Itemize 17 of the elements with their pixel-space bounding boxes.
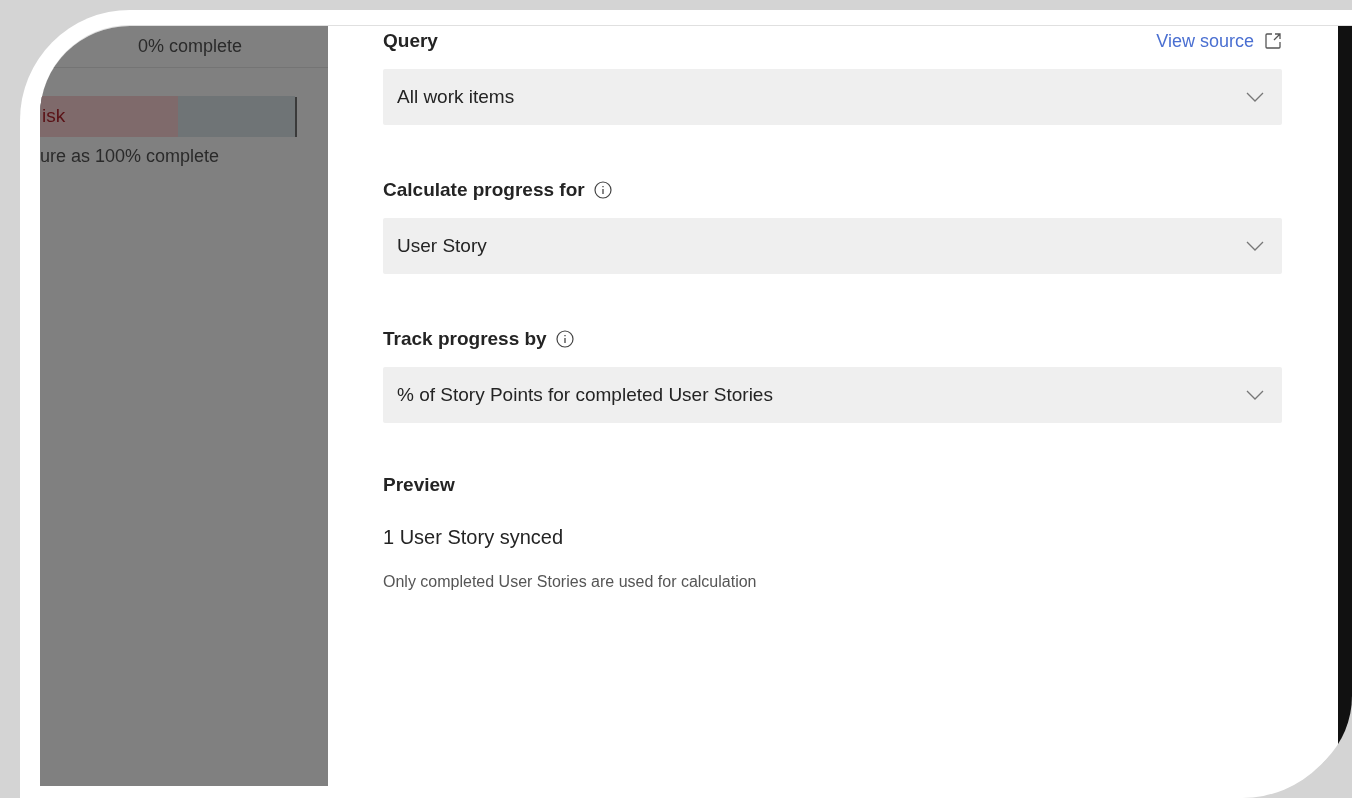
dropdown[interactable]: % of Story Points for completed User Stories xyxy=(383,367,1282,423)
status-label: isk xyxy=(42,104,66,129)
dropdown[interactable]: All work items xyxy=(383,69,1282,125)
dropdown[interactable]: User Story xyxy=(383,218,1282,274)
calculation-note: Only completed User Stories are used for calculation xyxy=(383,571,758,592)
sync-summary: 1 User Story synced xyxy=(383,524,565,550)
field-label: Query xyxy=(383,28,438,53)
external-link-icon xyxy=(1264,32,1282,50)
field-label: Track progress by xyxy=(383,326,547,351)
chevron-down-icon xyxy=(1246,241,1264,251)
chevron-down-icon xyxy=(1246,92,1264,102)
progress-text: 0% complete xyxy=(137,35,242,58)
field-label: Calculate progress for xyxy=(383,177,585,202)
preview-heading: Preview xyxy=(383,473,456,497)
view-source-link[interactable]: View source xyxy=(1156,27,1282,55)
note-text: ure as 100% complete xyxy=(40,145,221,168)
chevron-down-icon xyxy=(1246,390,1264,400)
